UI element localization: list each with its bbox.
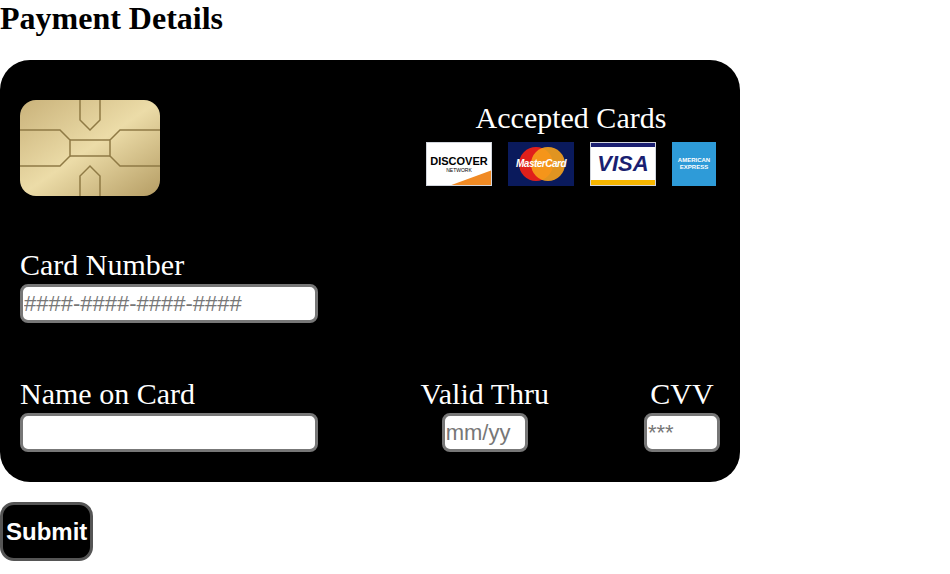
card-logos: DISCOVERNETWORK MasterCard VISA AMERICANEXP…	[426, 142, 716, 186]
credit-card: Accepted Cards DISCOVERNETWORK MasterCard V…	[0, 60, 740, 482]
card-top-row: Accepted Cards DISCOVERNETWORK MasterCard V…	[20, 100, 720, 196]
valid-thru-label: Valid Thru	[420, 377, 549, 411]
valid-thru-field: Valid Thru	[420, 377, 549, 452]
name-on-card-input[interactable]	[20, 413, 318, 452]
visa-logo-icon: VISA	[590, 142, 656, 186]
accepted-cards: Accepted Cards DISCOVERNETWORK MasterCard V…	[426, 100, 716, 186]
card-number-field: Card Number	[20, 248, 720, 323]
card-number-label: Card Number	[20, 248, 184, 282]
cvv-label: CVV	[650, 377, 713, 411]
mastercard-logo-icon: MasterCard	[508, 142, 574, 186]
name-on-card-field: Name on Card	[20, 377, 318, 452]
amex-logo-icon: AMERICANEXPRESS	[672, 142, 716, 186]
page-heading: Payment Details	[0, 0, 950, 37]
chip-icon	[20, 100, 160, 196]
name-on-card-label: Name on Card	[20, 377, 195, 411]
cvv-input[interactable]	[644, 413, 720, 452]
accepted-cards-label: Accepted Cards	[476, 100, 667, 136]
payment-page: Payment Details Accepted Cards DISCOVERNET…	[0, 0, 950, 574]
cvv-field: CVV	[644, 377, 720, 452]
card-number-input[interactable]	[20, 284, 318, 323]
submit-button[interactable]: Submit	[0, 502, 93, 561]
valid-thru-input[interactable]	[442, 413, 528, 452]
card-bottom-row: Name on Card Valid Thru CVV	[20, 377, 720, 452]
discover-logo-icon: DISCOVERNETWORK	[426, 142, 492, 186]
